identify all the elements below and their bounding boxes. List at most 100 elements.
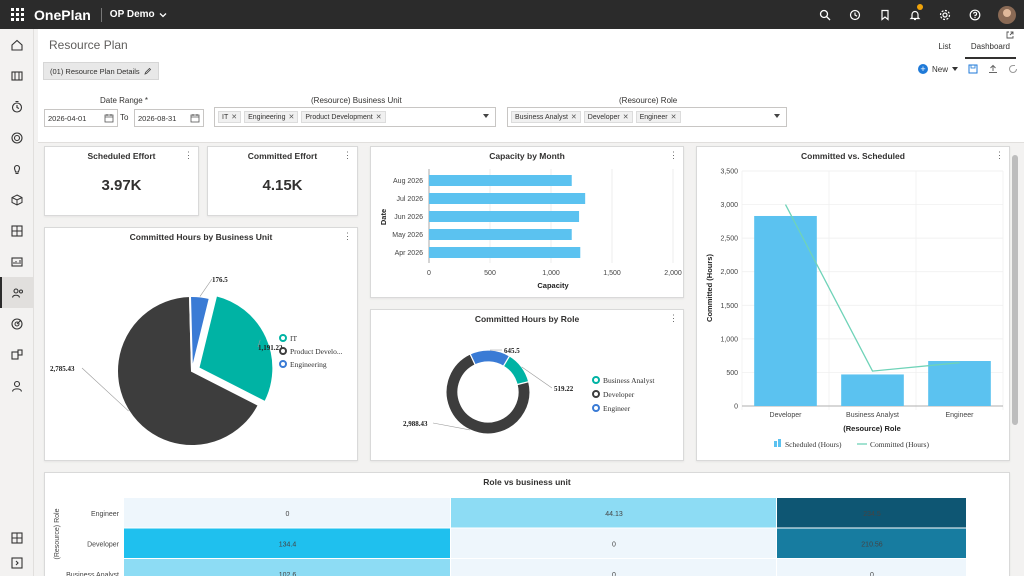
radar-icon xyxy=(11,317,23,330)
waffle-icon xyxy=(10,8,24,21)
bar xyxy=(429,175,572,186)
app-launcher-button[interactable] xyxy=(0,0,34,29)
remove-tag-icon[interactable]: ✕ xyxy=(671,113,677,121)
remove-tag-icon[interactable]: ✕ xyxy=(571,113,577,121)
nav-boards[interactable] xyxy=(0,215,34,246)
person-icon xyxy=(11,380,23,392)
bar xyxy=(429,211,580,222)
date-to-input[interactable]: 2026-08-31 xyxy=(134,109,204,127)
environment-label: OP Demo xyxy=(109,9,155,20)
top-bar: OnePlan OP Demo xyxy=(0,0,1024,29)
scrollbar[interactable] xyxy=(1012,155,1018,425)
y-axis-label: Committed (Hours) xyxy=(705,254,714,322)
tab-dashboard[interactable]: Dashboard xyxy=(964,42,1016,59)
popout-icon[interactable] xyxy=(1006,31,1014,39)
new-button[interactable]: + New xyxy=(917,64,958,74)
search-button[interactable] xyxy=(810,0,840,29)
date-from-input[interactable]: 2026-04-01 xyxy=(44,109,118,127)
nav-profile[interactable] xyxy=(0,370,34,401)
nav-portfolio[interactable] xyxy=(0,60,34,91)
cell-label: 0 xyxy=(612,572,616,576)
remove-tag-icon[interactable]: ✕ xyxy=(623,113,629,121)
row-label: Engineer xyxy=(91,511,120,518)
nav-reports[interactable] xyxy=(0,246,34,277)
tag-business-analyst: Business Analyst ✕ xyxy=(511,111,581,123)
bar xyxy=(429,229,572,240)
refresh-icon[interactable] xyxy=(1008,64,1018,74)
data-label: 2,988.43 xyxy=(403,420,428,428)
cell-label: 0 xyxy=(286,511,290,518)
cell-label: 44.13 xyxy=(605,511,623,518)
calendar-icon xyxy=(104,114,114,123)
remove-tag-icon[interactable]: ✕ xyxy=(288,113,294,121)
bookmark-button[interactable] xyxy=(870,0,900,29)
nav-resources[interactable] xyxy=(0,277,34,308)
home-icon xyxy=(11,39,23,51)
help-button[interactable] xyxy=(960,0,990,29)
bar xyxy=(754,215,817,406)
tick-label: 3,000 xyxy=(720,202,738,209)
legend-marker xyxy=(279,347,287,355)
tick-label: 500 xyxy=(726,370,738,377)
avatar[interactable] xyxy=(998,5,1016,24)
scheduled-effort-card: Scheduled Effort ⋮ 3.97K xyxy=(44,146,199,216)
page-header: Resource Plan List Dashboard xyxy=(38,29,1024,59)
nav-app-grid[interactable] xyxy=(0,526,34,550)
tab-list[interactable]: List xyxy=(932,42,956,59)
category-label: Jul 2026 xyxy=(397,196,424,203)
environment-selector[interactable]: OP Demo xyxy=(110,9,167,20)
legend-label: Engineering xyxy=(290,360,327,369)
tag-label: Engineer xyxy=(639,113,668,121)
tick-label: 2,000 xyxy=(664,270,682,277)
divider xyxy=(100,7,102,22)
y-axis-label: Date xyxy=(379,209,388,225)
history-button[interactable] xyxy=(840,0,870,29)
expand-icon xyxy=(11,557,23,569)
capacity-chart-card: Capacity by Month ⋮ 0 500 1,000 1,500 2,000 A… xyxy=(370,146,684,298)
nav-goals[interactable] xyxy=(0,122,34,153)
nav-workspaces[interactable] xyxy=(0,339,34,370)
more-options-icon[interactable]: ⋮ xyxy=(184,151,193,160)
business-unit-select[interactable]: IT ✕ Engineering ✕ Product Development ✕ xyxy=(214,107,496,127)
remove-tag-icon[interactable]: ✕ xyxy=(376,113,382,121)
view-chip[interactable]: (01) Resource Plan Details xyxy=(43,62,159,80)
pie-chart: 1,191.222,785.43176.5ITProduct Develo...… xyxy=(50,276,343,447)
command-actions: + New xyxy=(917,64,1018,74)
nav-home[interactable] xyxy=(0,29,34,60)
tag-engineering: Engineering ✕ xyxy=(244,111,299,123)
nav-ideas[interactable] xyxy=(0,153,34,184)
page-title: Resource Plan xyxy=(49,38,128,52)
nav-analytics[interactable] xyxy=(0,308,34,339)
lightbulb-icon xyxy=(13,164,21,174)
cell-label: 0 xyxy=(612,541,616,548)
tick-label: 0 xyxy=(427,270,431,277)
data-label: 2,785.43 xyxy=(50,365,75,373)
cell-label: 210.56 xyxy=(861,541,883,548)
chevron-down-icon xyxy=(483,114,489,118)
tag-label: Developer xyxy=(587,113,620,121)
settings-button[interactable] xyxy=(930,0,960,29)
upload-icon[interactable] xyxy=(988,64,998,74)
help-icon xyxy=(969,9,981,20)
nav-products[interactable] xyxy=(0,184,34,215)
heatmap-chart: 0 44.13 234.5 Engineer 134.4 0 210.56 Developer… xyxy=(54,498,966,576)
legend-label: Product Develo... xyxy=(290,347,343,356)
nav-expand[interactable] xyxy=(0,551,34,575)
business-unit-pie-card: Committed Hours by Business Unit ⋮ 1,191… xyxy=(44,227,358,461)
more-options-icon[interactable]: ⋮ xyxy=(343,151,352,160)
role-select[interactable]: Business Analyst ✕ Developer ✕ Engineer ✕ xyxy=(507,107,787,127)
legend-label: Scheduled (Hours) xyxy=(785,440,842,449)
remove-tag-icon[interactable]: ✕ xyxy=(231,113,237,121)
committed-effort-card: Committed Effort ⋮ 4.15K xyxy=(207,146,358,216)
date-range-label: Date Range * xyxy=(100,96,149,105)
cell-label: 134.4 xyxy=(279,541,297,548)
tag-developer: Developer ✕ xyxy=(583,111,633,123)
plus-icon: + xyxy=(917,64,928,74)
save-icon[interactable] xyxy=(968,64,978,74)
calendar-icon xyxy=(190,114,200,123)
notification-badge xyxy=(917,4,923,10)
kpi-value: 3.97K xyxy=(101,177,142,194)
nav-timer[interactable] xyxy=(0,91,34,122)
history-icon xyxy=(849,9,861,20)
notifications-button[interactable] xyxy=(900,0,930,29)
